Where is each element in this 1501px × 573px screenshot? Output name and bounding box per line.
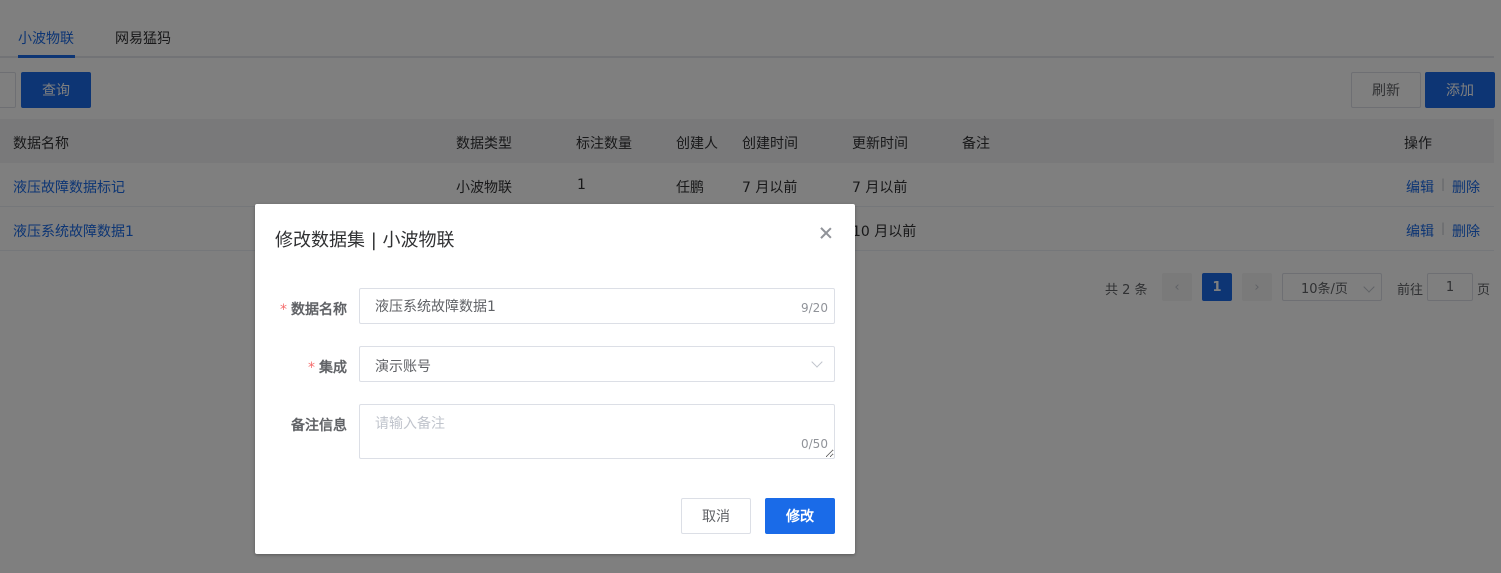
confirm-modify-button[interactable]: 修改 [765, 498, 835, 534]
close-icon[interactable] [818, 225, 834, 241]
integration-field-label: * 集成 [308, 360, 347, 376]
integration-select-value: 演示账号 [375, 359, 431, 375]
required-asterisk: * [280, 302, 287, 318]
page: 小波物联 网易猛犸 查询 刷新 添加 数据名称 数据类型 标注数量 创建人 创建… [0, 0, 1501, 573]
remark-field-label: 备注信息 [291, 418, 347, 434]
name-char-count: 9/20 [801, 301, 828, 315]
chevron-down-icon [811, 356, 823, 368]
cancel-button[interactable]: 取消 [681, 498, 751, 534]
integration-select[interactable]: 演示账号 [359, 346, 835, 382]
dialog-title: 修改数据集 | 小波物联 [275, 230, 455, 251]
name-field-label: * 数据名称 [280, 302, 347, 318]
remark-char-count: 0/50 [801, 437, 828, 451]
edit-dataset-dialog: 修改数据集 | 小波物联 *数据名称 9/20 *集成 演示账号 备注信息 0/… [255, 204, 855, 554]
dataset-name-input[interactable] [359, 288, 835, 324]
remark-textarea[interactable] [359, 404, 835, 459]
required-asterisk: * [308, 360, 315, 376]
